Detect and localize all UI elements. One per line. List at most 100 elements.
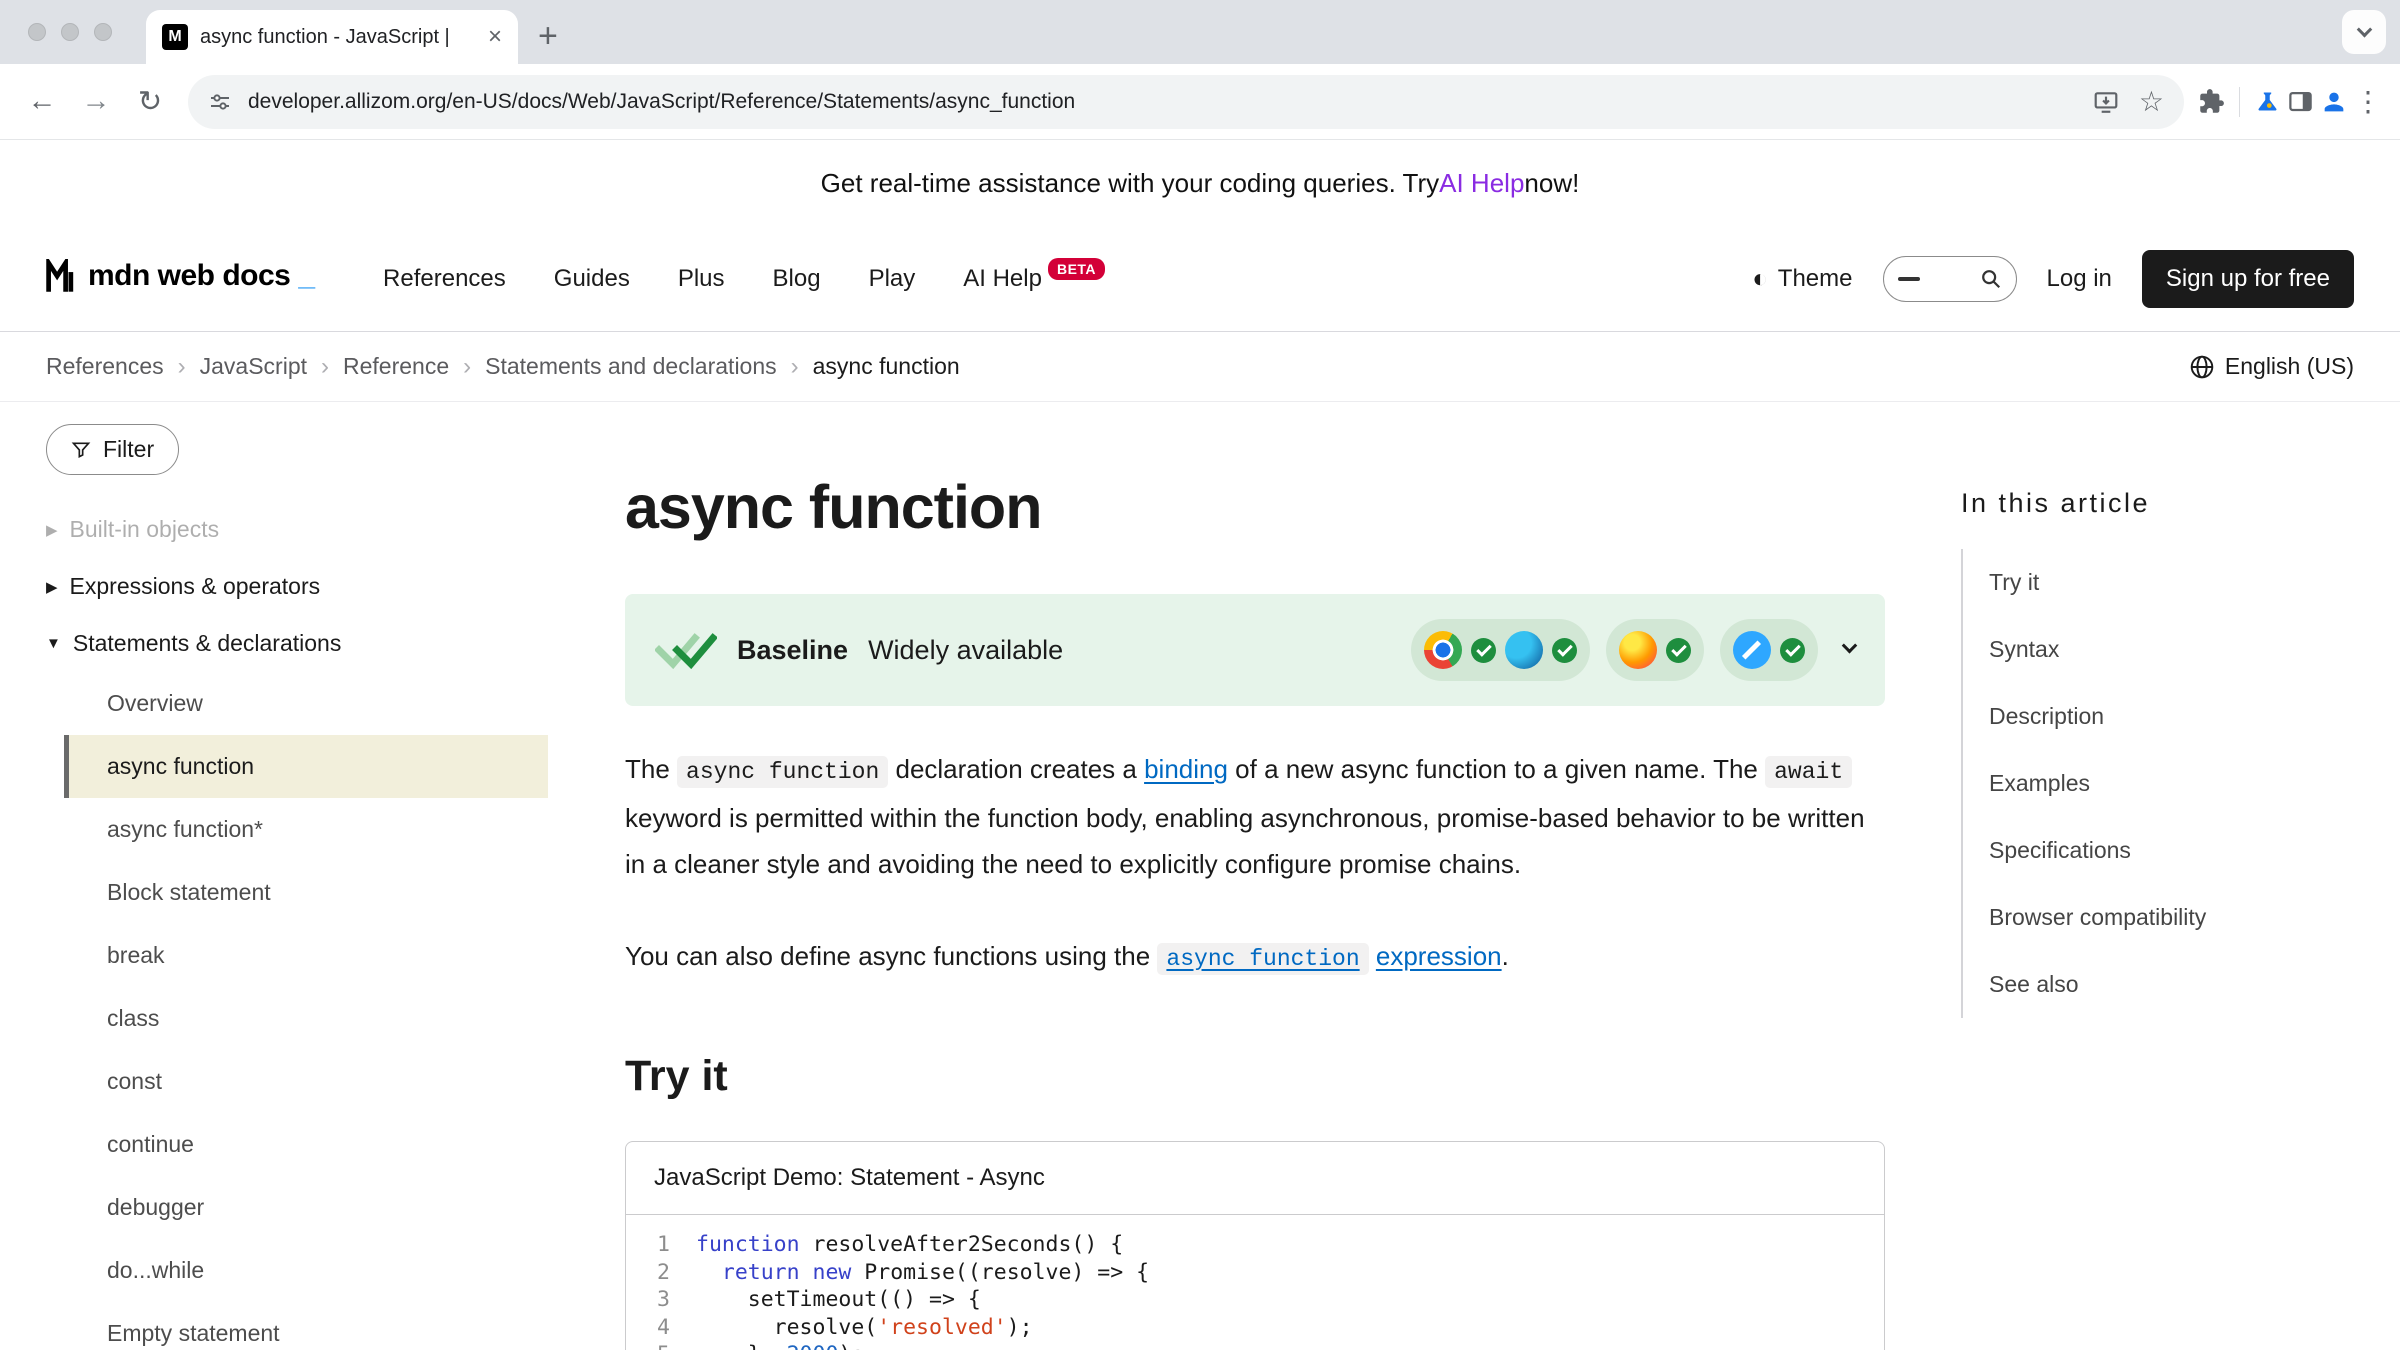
- search-icon: [1980, 268, 2002, 290]
- sidebar-section-statements[interactable]: ▼ Statements & declarations: [46, 615, 586, 672]
- extensions-puzzle-icon[interactable]: [2198, 88, 2225, 115]
- toc-item: Browser compatibility: [1989, 884, 2360, 951]
- tryit-heading: Try it: [625, 1052, 1885, 1101]
- tab-close-icon[interactable]: ×: [488, 25, 502, 49]
- browser-tab[interactable]: M async function - JavaScript | ×: [146, 10, 518, 64]
- crumb-javascript[interactable]: JavaScript: [200, 353, 307, 380]
- crumb-separator-icon: ›: [321, 353, 329, 381]
- window-close-button[interactable]: [28, 23, 46, 41]
- nav-blog[interactable]: Blog: [773, 265, 821, 293]
- search-input[interactable]: [1883, 256, 2017, 302]
- code-line: 2 return new Promise((resolve) => {: [626, 1259, 1884, 1287]
- safari-icon: [1733, 631, 1771, 669]
- mdn-logo[interactable]: mdn web docs _: [46, 259, 315, 298]
- inline-code: await: [1765, 756, 1852, 788]
- baseline-expand-button[interactable]: [1844, 641, 1855, 659]
- window-controls: [28, 23, 112, 41]
- nav-plus[interactable]: Plus: [678, 265, 725, 293]
- forward-icon[interactable]: →: [72, 78, 120, 126]
- breadcrumb-bar: References › JavaScript › Reference › St…: [0, 332, 2400, 402]
- triangle-down-icon: ▼: [46, 635, 61, 652]
- profile-avatar-icon[interactable]: [2320, 88, 2348, 116]
- crumb-reference[interactable]: Reference: [343, 353, 449, 380]
- language-switcher[interactable]: English (US): [2189, 353, 2354, 380]
- reload-icon[interactable]: ↻: [126, 78, 174, 126]
- nav-ai-help[interactable]: AI HelpBETA: [963, 265, 1105, 293]
- globe-icon: [2189, 354, 2215, 380]
- toc-item: Syntax: [1989, 616, 2360, 683]
- sidebar-item-overview[interactable]: Overview: [64, 672, 548, 735]
- line-number: 1: [626, 1231, 670, 1259]
- nav-references[interactable]: References: [383, 265, 506, 293]
- toc-link-try-it[interactable]: Try it: [1989, 569, 2039, 595]
- filter-button[interactable]: Filter: [46, 424, 179, 475]
- text: The: [625, 754, 677, 784]
- sidebar-item-debugger[interactable]: debugger: [64, 1176, 548, 1239]
- signup-button[interactable]: Sign up for free: [2142, 250, 2354, 308]
- sidebar-item-break[interactable]: break: [64, 924, 548, 987]
- new-tab-button[interactable]: +: [538, 19, 558, 53]
- back-icon[interactable]: ←: [18, 78, 66, 126]
- lab-flask-extension-icon[interactable]: [2254, 88, 2281, 115]
- sidebar-item-do-while[interactable]: do...while: [64, 1239, 548, 1302]
- expression-link[interactable]: expression: [1376, 941, 1502, 971]
- crumb-references[interactable]: References: [46, 353, 164, 380]
- chrome-icon: [1424, 631, 1462, 669]
- window-minimize-button[interactable]: [61, 23, 79, 41]
- tab-search-button[interactable]: [2342, 10, 2386, 54]
- toc-item: Description: [1989, 683, 2360, 750]
- sidebar-item-empty-statement[interactable]: Empty statement: [64, 1302, 548, 1350]
- install-app-icon[interactable]: [2093, 89, 2119, 115]
- line-number: 2: [626, 1259, 670, 1287]
- sidebar-section-label: Expressions & operators: [70, 573, 321, 600]
- sidebar-item-block-statement[interactable]: Block statement: [64, 861, 548, 924]
- sidebar-item-async-function-star[interactable]: async function*: [64, 798, 548, 861]
- toc-link-see-also[interactable]: See also: [1989, 971, 2079, 997]
- chromium-support-pill: [1411, 619, 1590, 681]
- toc-link-examples[interactable]: Examples: [1989, 770, 2090, 796]
- toc-link-specifications[interactable]: Specifications: [1989, 837, 2131, 863]
- demo-code-editor[interactable]: 1 function resolveAfter2Seconds() { 2 re…: [626, 1215, 1884, 1350]
- sidebar-item-const[interactable]: const: [64, 1050, 548, 1113]
- sidebar-item-class[interactable]: class: [64, 987, 548, 1050]
- url-bar[interactable]: developer.allizom.org/en-US/docs/Web/Jav…: [188, 75, 2184, 129]
- line-number: 3: [626, 1286, 670, 1314]
- site-settings-icon[interactable]: [208, 90, 232, 114]
- window-zoom-button[interactable]: [94, 23, 112, 41]
- nav-play[interactable]: Play: [869, 265, 916, 293]
- ai-help-banner-link[interactable]: AI Help: [1439, 168, 1524, 199]
- toc-link-syntax[interactable]: Syntax: [1989, 636, 2059, 662]
- sidebar-item-built-in-objects[interactable]: ▶ Built-in objects: [46, 501, 586, 558]
- sidebar: Filter ▶ Built-in objects ▶ Expressions …: [0, 402, 586, 1350]
- toc: In this article Try it Syntax Descriptio…: [1925, 402, 2400, 1018]
- filter-label: Filter: [103, 436, 154, 463]
- baseline-banner[interactable]: Baseline Widely available: [625, 594, 1885, 706]
- toc-link-browser-compatibility[interactable]: Browser compatibility: [1989, 904, 2206, 930]
- mdn-logo-underscore: _: [298, 259, 315, 293]
- binding-link[interactable]: binding: [1144, 754, 1228, 784]
- sidebar-item-continue[interactable]: continue: [64, 1113, 548, 1176]
- bookmark-star-icon[interactable]: ☆: [2139, 88, 2164, 116]
- crumb-statements[interactable]: Statements and declarations: [485, 353, 777, 380]
- sidebar-list: ▶ Built-in objects ▶ Expressions & opera…: [46, 501, 586, 1350]
- side-panel-icon[interactable]: [2287, 88, 2314, 115]
- inline-code: async function: [1157, 943, 1368, 975]
- sidebar-section-expressions[interactable]: ▶ Expressions & operators: [46, 558, 586, 615]
- text: .: [1502, 941, 1509, 971]
- mdn-logo-text: mdn web docs: [88, 259, 290, 293]
- toc-item: Examples: [1989, 750, 2360, 817]
- browser-menu-icon[interactable]: ⋮: [2354, 88, 2382, 116]
- sidebar-item-async-function[interactable]: async function: [64, 735, 548, 798]
- demo-title: JavaScript Demo: Statement - Async: [626, 1142, 1884, 1215]
- async-function-expression-code-link[interactable]: async function: [1157, 941, 1368, 971]
- toc-link-description[interactable]: Description: [1989, 703, 2104, 729]
- mdn-logo-mark-icon: [46, 259, 80, 298]
- login-link[interactable]: Log in: [2047, 265, 2112, 293]
- nav-guides[interactable]: Guides: [554, 265, 630, 293]
- code-line: 5 }, 2000);: [626, 1341, 1884, 1350]
- theme-toggle[interactable]: ◐ Theme: [1752, 263, 1852, 294]
- mdn-favicon-icon: M: [162, 24, 188, 50]
- edge-icon: [1505, 631, 1543, 669]
- theme-label: Theme: [1778, 265, 1853, 293]
- browser-toolbar: ← → ↻ developer.allizom.org/en-US/docs/W…: [0, 64, 2400, 140]
